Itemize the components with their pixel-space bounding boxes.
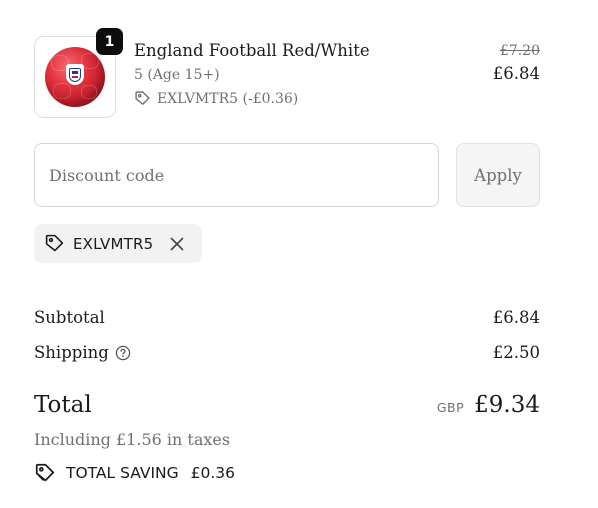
line-item: 1 England Football Red/White 5 (Age 15+)… bbox=[34, 28, 540, 118]
total-saving-label: TOTAL SAVING bbox=[66, 464, 179, 482]
apply-button[interactable]: Apply bbox=[456, 143, 540, 207]
total-amount-group: GBP £9.34 bbox=[437, 392, 540, 418]
product-discount: EXLVMTR5 (-£0.36) bbox=[134, 90, 298, 107]
total-row: Total GBP £9.34 bbox=[34, 392, 540, 422]
shipping-label: Shipping bbox=[34, 343, 109, 362]
product-name: England Football Red/White bbox=[134, 41, 370, 60]
total-saving: TOTAL SAVING £0.36 bbox=[34, 462, 235, 484]
shipping-value: £2.50 bbox=[492, 343, 540, 362]
product-price: £6.84 bbox=[492, 64, 540, 83]
subtotal-value: £6.84 bbox=[492, 308, 540, 327]
applied-code-label: EXLVMTR5 bbox=[73, 234, 154, 253]
discount-code-input[interactable] bbox=[34, 143, 439, 207]
product-discount-label: EXLVMTR5 (-£0.36) bbox=[157, 90, 299, 107]
subtotal-label: Subtotal bbox=[34, 308, 105, 327]
product-variant: 5 (Age 15+) bbox=[134, 67, 220, 83]
quantity-badge: 1 bbox=[96, 28, 123, 55]
football-icon bbox=[45, 47, 105, 107]
question-circle-icon[interactable] bbox=[115, 345, 131, 361]
crest-icon bbox=[66, 64, 84, 85]
total-label: Total bbox=[34, 392, 92, 418]
close-icon[interactable] bbox=[170, 237, 184, 251]
tag-icon bbox=[135, 91, 150, 105]
total-saving-value: £0.36 bbox=[190, 464, 235, 482]
original-price: £7.20 bbox=[499, 43, 540, 59]
remove-discount-button[interactable] bbox=[167, 234, 187, 254]
discount-form: Apply bbox=[34, 143, 540, 207]
shipping-label-group: Shipping bbox=[34, 343, 131, 362]
tag-icon bbox=[35, 463, 55, 482]
tag-icon bbox=[45, 234, 64, 252]
currency-code: GBP bbox=[436, 400, 465, 415]
applied-discount-chip: EXLVMTR5 bbox=[34, 224, 202, 263]
taxes-note: Including £1.56 in taxes bbox=[34, 430, 231, 449]
total-value: £9.34 bbox=[474, 392, 540, 418]
